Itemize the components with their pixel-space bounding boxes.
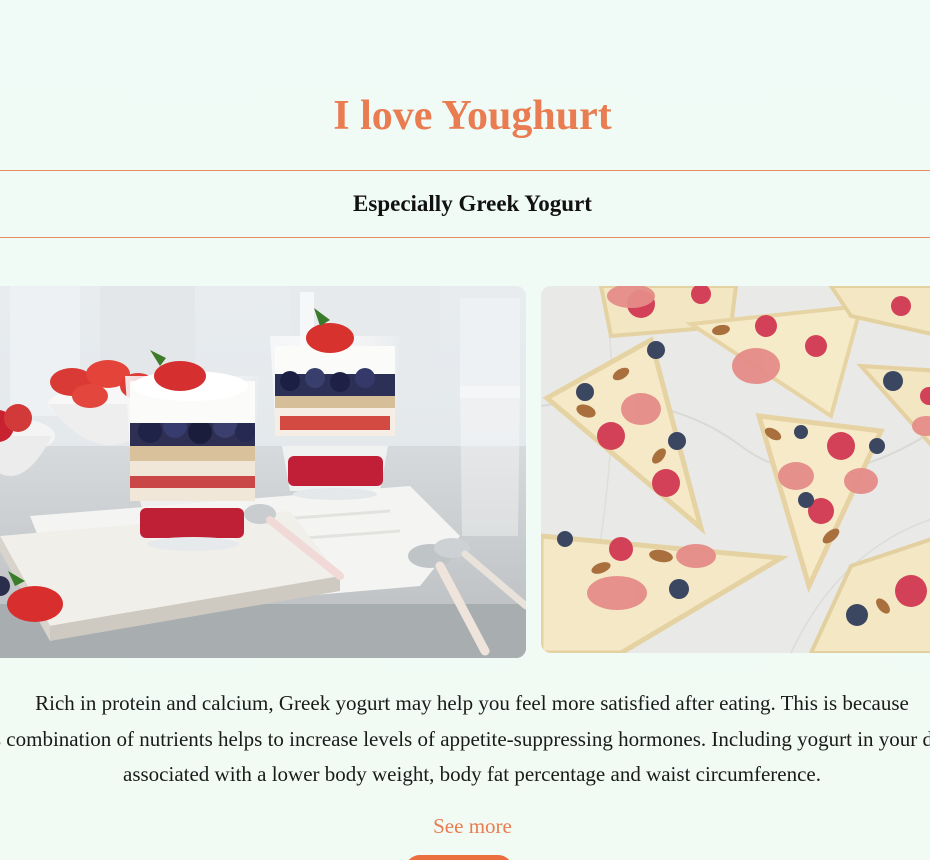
see-more-link[interactable]: See more [0,811,930,841]
yogurt-parfait-photo [0,286,526,658]
article-paragraph: Rich in protein and calcium, Greek yogur… [0,686,930,793]
cta-button[interactable] [405,855,513,860]
article-line-2: this combination of nutrients helps to i… [0,726,930,751]
page-title: I love Youghurt [333,93,612,139]
divider-bottom [0,237,930,238]
frozen-yogurt-bark-photo [541,286,930,653]
divider-top [0,170,930,171]
article-line-1: Rich in protein and calcium, Greek yogur… [35,691,909,715]
article-line-3: associated with a lower body weight, bod… [123,762,821,786]
page-subtitle: Especially Greek Yogurt [353,191,592,216]
page: I love Youghurt Especially Greek Yogurt [0,0,930,860]
